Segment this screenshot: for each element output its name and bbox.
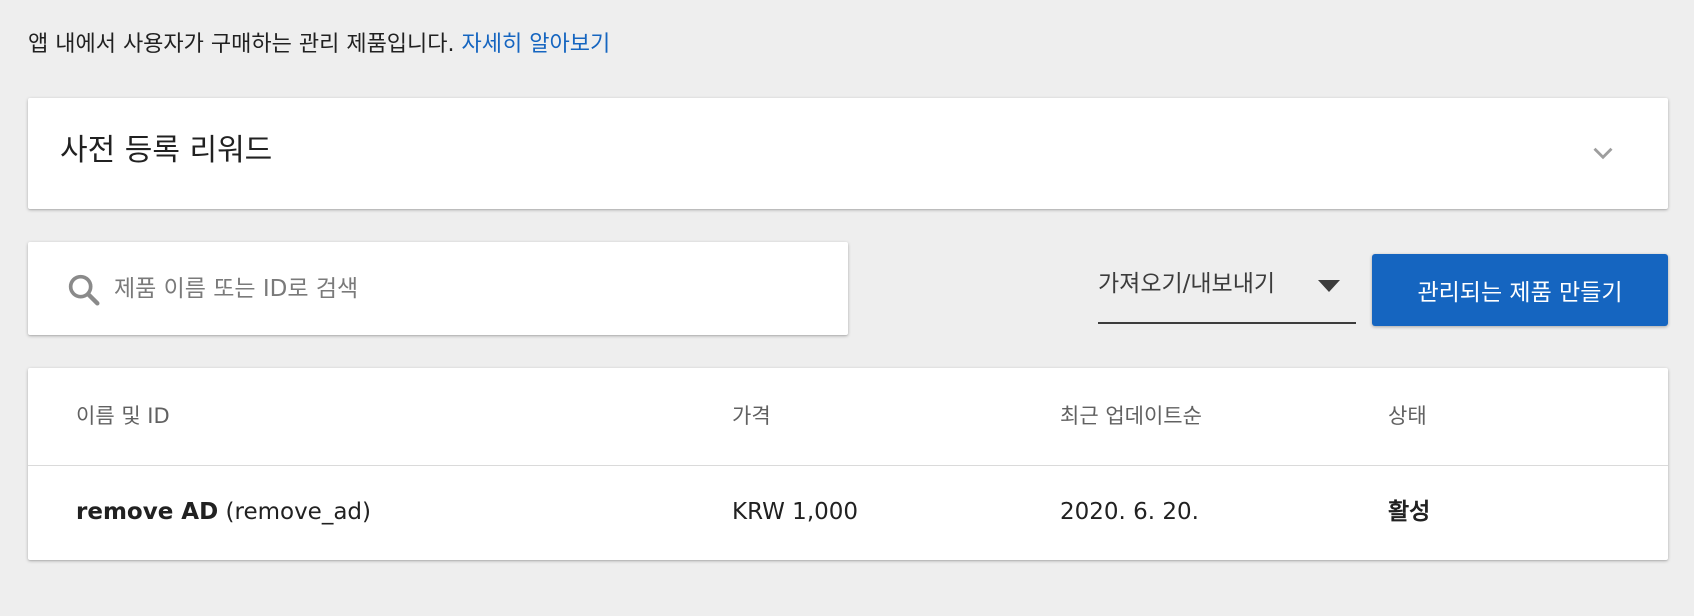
search-icon — [68, 274, 100, 306]
import-export-dropdown[interactable]: 가져오기/내보내기 — [1098, 254, 1356, 324]
intro-description: 앱 내에서 사용자가 구매하는 관리 제품입니다. — [28, 32, 455, 57]
import-export-label: 가져오기/내보내기 — [1098, 271, 1276, 297]
table-header: 이름 및 ID 가격 최근 업데이트순 상태 — [28, 368, 1668, 466]
products-table: 이름 및 ID 가격 최근 업데이트순 상태 remove AD (remove… — [28, 368, 1668, 560]
create-managed-product-button[interactable]: 관리되는 제품 만들기 — [1372, 254, 1668, 326]
product-updated-date: 2020. 6. 20. — [1060, 499, 1199, 525]
product-name: remove AD — [76, 499, 219, 525]
column-header-price[interactable]: 가격 — [732, 400, 771, 432]
product-price: KRW 1,000 — [732, 499, 859, 525]
search-input[interactable] — [114, 266, 814, 312]
product-status: 활성 — [1388, 499, 1431, 525]
preregister-rewards-panel[interactable]: 사전 등록 리워드 — [28, 98, 1668, 209]
table-row[interactable]: remove AD (remove_ad) KRW 1,000 2020. 6.… — [28, 466, 1668, 560]
preregister-rewards-title: 사전 등록 리워드 — [60, 133, 273, 168]
column-header-status[interactable]: 상태 — [1388, 400, 1427, 432]
search-box — [28, 242, 848, 335]
caret-down-icon — [1318, 280, 1340, 292]
product-id: (remove_ad) — [225, 499, 371, 525]
chevron-down-icon[interactable] — [1586, 136, 1620, 170]
intro-text: 앱 내에서 사용자가 구매하는 관리 제품입니다. 자세히 알아보기 — [28, 28, 610, 62]
product-name-id-cell: remove AD (remove_ad) — [76, 494, 371, 530]
learn-more-link[interactable]: 자세히 알아보기 — [462, 32, 611, 57]
column-header-name-id[interactable]: 이름 및 ID — [76, 400, 170, 432]
column-header-last-updated[interactable]: 최근 업데이트순 — [1060, 400, 1202, 432]
